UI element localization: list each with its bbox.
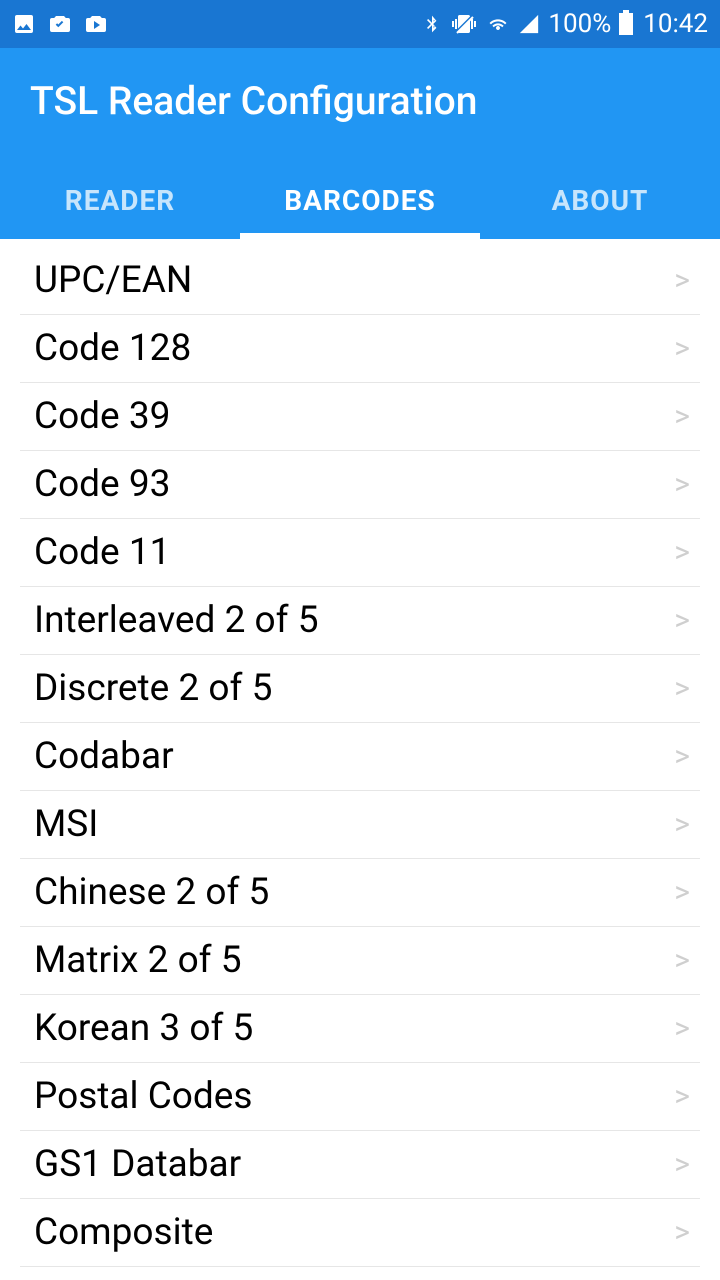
chevron-right-icon: > bbox=[674, 603, 690, 638]
battery-icon bbox=[619, 13, 633, 35]
chevron-right-icon: > bbox=[674, 331, 690, 366]
battery-percent: 100% bbox=[548, 9, 611, 39]
tab-label: READER bbox=[65, 184, 175, 217]
list-item-code-11[interactable]: Code 11 > bbox=[20, 519, 700, 587]
tab-label: ABOUT bbox=[552, 184, 649, 217]
tab-reader[interactable]: READER bbox=[0, 164, 240, 239]
list-item-label: Interleaved 2 of 5 bbox=[34, 599, 319, 642]
list-item-gs1-databar[interactable]: GS1 Databar > bbox=[20, 1131, 700, 1199]
status-left bbox=[12, 12, 108, 36]
chevron-right-icon: > bbox=[674, 1147, 690, 1182]
list-item-code-93[interactable]: Code 93 > bbox=[20, 451, 700, 519]
list-item-label: Discrete 2 of 5 bbox=[34, 667, 272, 710]
chevron-right-icon: > bbox=[674, 807, 690, 842]
vibrate-icon bbox=[450, 12, 478, 36]
list-item-chinese-2-of-5[interactable]: Chinese 2 of 5 > bbox=[20, 859, 700, 927]
list-item-postal-codes[interactable]: Postal Codes > bbox=[20, 1063, 700, 1131]
list-item-label: UPC/EAN bbox=[34, 259, 192, 302]
barcode-list: UPC/EAN > Code 128 > Code 39 > Code 93 >… bbox=[0, 239, 720, 1267]
chevron-right-icon: > bbox=[674, 671, 690, 706]
list-item-discrete-2-of-5[interactable]: Discrete 2 of 5 > bbox=[20, 655, 700, 723]
list-item-label: GS1 Databar bbox=[34, 1143, 241, 1186]
list-item-label: Codabar bbox=[34, 735, 174, 778]
tab-barcodes[interactable]: BARCODES bbox=[240, 164, 480, 239]
chevron-right-icon: > bbox=[674, 535, 690, 570]
list-item-label: Code 11 bbox=[34, 531, 170, 574]
app-bar: TSL Reader Configuration bbox=[0, 48, 720, 164]
store-play-icon bbox=[84, 12, 108, 36]
list-item-interleaved-2-of-5[interactable]: Interleaved 2 of 5 > bbox=[20, 587, 700, 655]
list-item-label: Code 39 bbox=[34, 395, 170, 438]
wifi-icon bbox=[486, 12, 510, 36]
signal-icon bbox=[518, 13, 540, 35]
tab-label: BARCODES bbox=[284, 184, 435, 217]
chevron-right-icon: > bbox=[674, 1079, 690, 1114]
image-icon bbox=[12, 12, 36, 36]
list-item-msi[interactable]: MSI > bbox=[20, 791, 700, 859]
list-item-composite[interactable]: Composite > bbox=[20, 1199, 700, 1267]
list-item-label: MSI bbox=[34, 803, 98, 846]
tab-about[interactable]: ABOUT bbox=[480, 164, 720, 239]
store-check-icon bbox=[48, 12, 72, 36]
chevron-right-icon: > bbox=[674, 875, 690, 910]
tab-bar: READER BARCODES ABOUT bbox=[0, 164, 720, 239]
chevron-right-icon: > bbox=[674, 943, 690, 978]
list-item-code-128[interactable]: Code 128 > bbox=[20, 315, 700, 383]
list-item-label: Code 93 bbox=[34, 463, 170, 506]
chevron-right-icon: > bbox=[674, 1215, 690, 1250]
chevron-right-icon: > bbox=[674, 399, 690, 434]
chevron-right-icon: > bbox=[674, 467, 690, 502]
list-item-codabar[interactable]: Codabar > bbox=[20, 723, 700, 791]
list-item-label: Korean 3 of 5 bbox=[34, 1007, 253, 1050]
list-item-label: Matrix 2 of 5 bbox=[34, 939, 242, 982]
list-item-upc-ean[interactable]: UPC/EAN > bbox=[20, 239, 700, 315]
list-item-code-39[interactable]: Code 39 > bbox=[20, 383, 700, 451]
chevron-right-icon: > bbox=[674, 263, 690, 298]
bluetooth-icon bbox=[422, 12, 442, 36]
list-item-label: Code 128 bbox=[34, 327, 191, 370]
list-item-label: Chinese 2 of 5 bbox=[34, 871, 269, 914]
clock: 10:42 bbox=[643, 9, 708, 39]
chevron-right-icon: > bbox=[674, 739, 690, 774]
list-item-matrix-2-of-5[interactable]: Matrix 2 of 5 > bbox=[20, 927, 700, 995]
list-item-label: Postal Codes bbox=[34, 1075, 252, 1118]
list-item-label: Composite bbox=[34, 1211, 213, 1254]
chevron-right-icon: > bbox=[674, 1011, 690, 1046]
status-right: 100% 10:42 bbox=[422, 9, 708, 39]
status-bar: 100% 10:42 bbox=[0, 0, 720, 48]
page-title: TSL Reader Configuration bbox=[30, 78, 690, 164]
list-item-korean-3-of-5[interactable]: Korean 3 of 5 > bbox=[20, 995, 700, 1063]
